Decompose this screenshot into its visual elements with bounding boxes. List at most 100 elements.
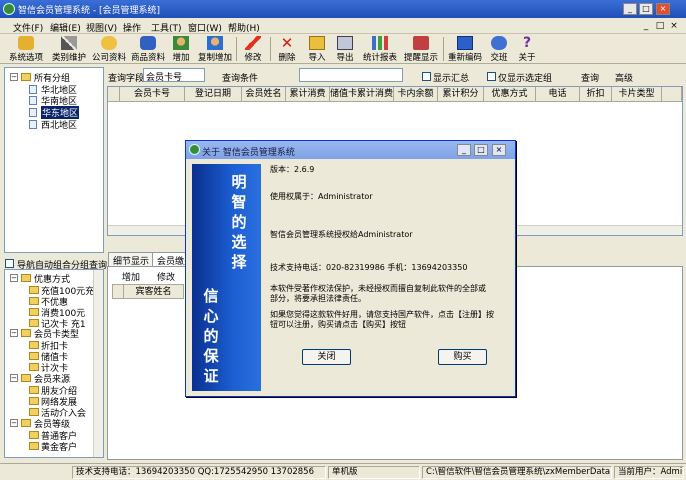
goods-button[interactable]: 商品资料	[129, 35, 167, 63]
alarm-icon	[413, 36, 429, 50]
options-button[interactable]: 系统选项	[6, 35, 46, 63]
shift-button[interactable]: 交班	[486, 35, 512, 63]
report-button[interactable]: 统计报表	[361, 35, 399, 63]
grid-col-total-spend[interactable]: 累计消费	[286, 87, 330, 102]
query-button[interactable]: 查询	[581, 71, 599, 84]
menu-tools[interactable]: 工具(T)	[151, 21, 182, 34]
delete-button[interactable]: ✕ 删除	[274, 34, 300, 64]
reminder-button[interactable]: 提醒显示	[402, 35, 440, 63]
grid-col-discount-method[interactable]: 优惠方式	[484, 87, 536, 102]
export-button[interactable]: 导出	[332, 35, 358, 63]
advanced-button[interactable]: 高级	[615, 71, 633, 84]
folder-icon	[29, 341, 39, 349]
slogan-char: 的	[203, 327, 219, 345]
recode-button[interactable]: 重新编码	[446, 35, 484, 63]
grid-col-card-no[interactable]: 会员卡号	[120, 87, 185, 102]
collapse-toggle[interactable]: −	[10, 329, 18, 337]
window-title: 智信会员管理系统 - [会员管理系统]	[18, 6, 160, 16]
query-condition-label: 查询条件	[222, 74, 259, 84]
tree-item-northwest[interactable]: 西北地区	[41, 118, 77, 131]
grid-col-points[interactable]: 累计积分	[438, 87, 484, 102]
grid-col-phone[interactable]: 电话	[536, 87, 580, 102]
category-button[interactable]: 类别维护	[50, 35, 88, 63]
menu-bar: 文件(F) 编辑(E) 视图(V) 操作 工具(T) 窗口(W) 帮助(H) _…	[0, 18, 686, 34]
status-data-path: C:\智信软件\智信会员管理系统\zxMemberData.sys	[422, 466, 612, 479]
minimize-button[interactable]: _	[623, 3, 637, 15]
buy-button[interactable]: 购买	[438, 349, 487, 365]
grid-col-discount[interactable]: 折扣	[580, 87, 612, 102]
tree-item[interactable]: 黄金客户	[41, 440, 77, 453]
mdi-minimize-button[interactable]: _	[640, 21, 652, 32]
menu-file[interactable]: 文件(F)	[13, 21, 43, 34]
close-button[interactable]: ×	[656, 3, 670, 15]
version-text: 版本：2.6.9	[270, 165, 315, 174]
add-button[interactable]: 增加	[168, 35, 194, 63]
detail-add-button[interactable]: 增加	[122, 270, 140, 283]
mdi-close-button[interactable]: ×	[668, 21, 680, 32]
document-icon	[29, 96, 37, 105]
import-button[interactable]: 导入	[304, 35, 330, 63]
dialog-title: 关于 智信会员管理系统	[202, 148, 295, 158]
dialog-minimize-button[interactable]: _	[457, 144, 471, 156]
folder-icon	[29, 286, 39, 294]
only-selected-label: 仅显示选定组	[498, 74, 553, 84]
menu-help[interactable]: 帮助(H)	[228, 21, 260, 34]
grid-col-reg-date[interactable]: 登记日期	[185, 87, 242, 102]
auto-query-checkbox[interactable]	[5, 259, 14, 268]
camera-icon	[101, 36, 117, 50]
edit-button[interactable]: 修改	[240, 35, 266, 63]
dialog-maximize-button[interactable]: □	[474, 144, 488, 156]
detail-col-guest-name[interactable]: 宾客姓名	[124, 284, 184, 299]
status-edition: 单机版	[328, 466, 420, 479]
folder-icon	[21, 329, 31, 337]
only-selected-checkbox[interactable]	[487, 72, 496, 81]
folder-icon	[29, 442, 39, 450]
menu-window[interactable]: 窗口(W)	[188, 21, 222, 34]
menu-operation[interactable]: 操作	[123, 21, 141, 34]
menu-edit[interactable]: 编辑(E)	[50, 21, 81, 34]
grid-row-header	[108, 87, 120, 102]
slogan-banner: 明 智 的 选 择 信 心 的 保 证	[192, 164, 261, 391]
grid-col-balance[interactable]: 卡内余额	[394, 87, 438, 102]
company-button[interactable]: 公司资料	[90, 35, 128, 63]
show-summary-checkbox[interactable]	[422, 72, 431, 81]
notice-line: 部分，将要承担法律责任。	[270, 294, 366, 303]
help-icon: ?	[522, 35, 532, 51]
toolbar-separator	[270, 37, 271, 61]
support-text: 技术支持电话：020-82319986 手机：13694203350	[270, 263, 468, 272]
collapse-toggle[interactable]: −	[10, 274, 18, 282]
toolbar-separator	[236, 37, 237, 61]
collapse-toggle[interactable]: −	[10, 374, 18, 382]
detail-edit-button[interactable]: 修改	[157, 270, 175, 283]
grid-col-card-type[interactable]: 卡片类型	[612, 87, 662, 102]
status-user: 当前用户：Admi	[614, 466, 684, 479]
app-icon	[3, 3, 15, 15]
toolbar-separator	[443, 37, 444, 61]
folder-icon	[21, 419, 31, 427]
dialog-close-button[interactable]: ×	[492, 144, 506, 156]
folder-import-icon	[309, 36, 325, 50]
maximize-button[interactable]: □	[639, 3, 653, 15]
grid-col-name[interactable]: 会员姓名	[242, 87, 286, 102]
grid-col-stored-spend[interactable]: 储值卡累计消费	[330, 87, 394, 102]
query-condition-input[interactable]	[299, 68, 403, 82]
dialog-close-action-button[interactable]: 关闭	[302, 349, 351, 365]
tools-icon	[61, 36, 77, 50]
menu-view[interactable]: 视图(V)	[86, 21, 117, 34]
copy-user-icon	[207, 36, 223, 50]
nav-tree-scrollbar[interactable]	[93, 270, 103, 457]
query-field-select[interactable]: 会员卡号	[143, 68, 205, 83]
tab-detail[interactable]: 细节显示	[108, 252, 155, 267]
collapse-toggle[interactable]: −	[10, 73, 18, 81]
about-button[interactable]: ? 关于	[514, 35, 540, 63]
mdi-restore-button[interactable]: □	[654, 21, 666, 32]
dialog-title-bar: 关于 智信会员管理系统 _ □ ×	[186, 141, 515, 159]
collapse-toggle[interactable]: −	[10, 419, 18, 427]
status-support: 技术支持电话：13694203350 QQ:1725542950 1370285…	[72, 466, 326, 479]
document-icon	[29, 120, 37, 129]
about-dialog: 关于 智信会员管理系统 _ □ × 明 智 的 选 择 信 心 的 保 证 版本…	[185, 140, 516, 397]
copy-add-button[interactable]: 复制增加	[196, 35, 234, 63]
database-icon	[140, 36, 156, 50]
folder-icon	[21, 274, 31, 282]
delete-x-icon: ✕	[280, 34, 294, 52]
